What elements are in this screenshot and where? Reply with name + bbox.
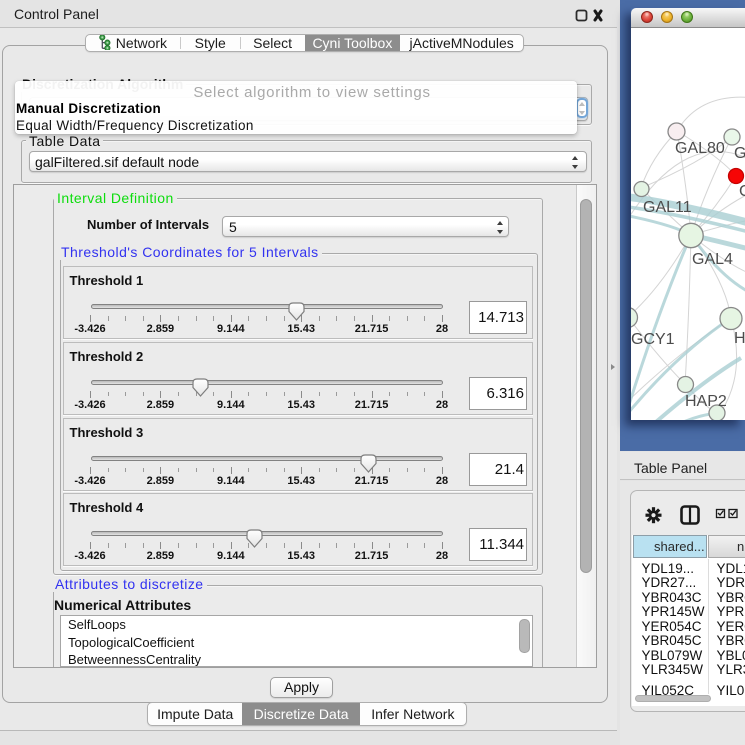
svg-text:GCY1: GCY1 (631, 331, 675, 348)
svg-text:GAL80: GAL80 (675, 140, 725, 157)
svg-text:G.: G. (734, 145, 745, 162)
svg-text:C: C (739, 183, 745, 200)
svg-text:GAL4: GAL4 (692, 251, 733, 268)
svg-text:H: H (734, 330, 745, 347)
svg-text:GAL11: GAL11 (643, 199, 692, 216)
svg-text:HAP2: HAP2 (685, 393, 727, 410)
